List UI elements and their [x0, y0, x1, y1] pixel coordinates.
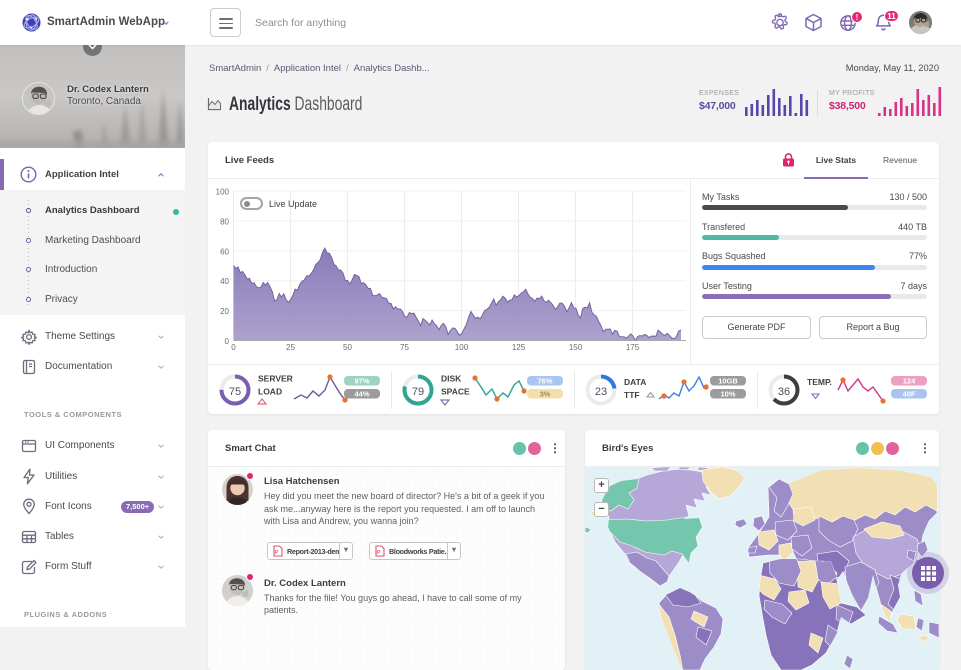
- svg-text:0: 0: [231, 343, 236, 352]
- svg-text:LOAD: LOAD: [258, 387, 282, 397]
- svg-text:44%: 44%: [354, 390, 369, 399]
- svg-text:124: 124: [903, 377, 916, 386]
- svg-text:10%: 10%: [720, 390, 735, 399]
- svg-text:40F: 40F: [903, 390, 916, 399]
- svg-text:10GB: 10GB: [718, 377, 738, 386]
- svg-text:P: P: [275, 550, 279, 556]
- svg-text:150: 150: [569, 343, 583, 352]
- svg-text:SPACE: SPACE: [441, 387, 470, 397]
- svg-text:23: 23: [595, 386, 607, 398]
- svg-text:100: 100: [455, 343, 469, 352]
- svg-text:3%: 3%: [540, 390, 551, 399]
- svg-text:97%: 97%: [354, 377, 369, 386]
- svg-text:36: 36: [778, 386, 790, 398]
- svg-text:TTF: TTF: [624, 390, 640, 400]
- svg-text:125: 125: [512, 343, 526, 352]
- svg-text:TEMP.: TEMP.: [807, 377, 832, 387]
- svg-text:0: 0: [225, 337, 230, 346]
- svg-text:75: 75: [400, 343, 409, 352]
- svg-text:20: 20: [220, 307, 229, 316]
- svg-text:DATA: DATA: [624, 377, 646, 387]
- svg-text:SERVER: SERVER: [258, 374, 293, 384]
- svg-text:79: 79: [412, 386, 424, 398]
- svg-text:100: 100: [216, 188, 230, 197]
- svg-text:50: 50: [343, 343, 352, 352]
- svg-text:25: 25: [286, 343, 295, 352]
- svg-text:40: 40: [220, 277, 229, 286]
- svg-text:76%: 76%: [537, 377, 552, 386]
- svg-text:175: 175: [626, 343, 640, 352]
- svg-text:DISK: DISK: [441, 374, 462, 384]
- svg-text:80: 80: [220, 217, 229, 226]
- svg-text:60: 60: [220, 247, 229, 256]
- svg-text:P: P: [377, 550, 381, 556]
- svg-text:75: 75: [229, 386, 241, 398]
